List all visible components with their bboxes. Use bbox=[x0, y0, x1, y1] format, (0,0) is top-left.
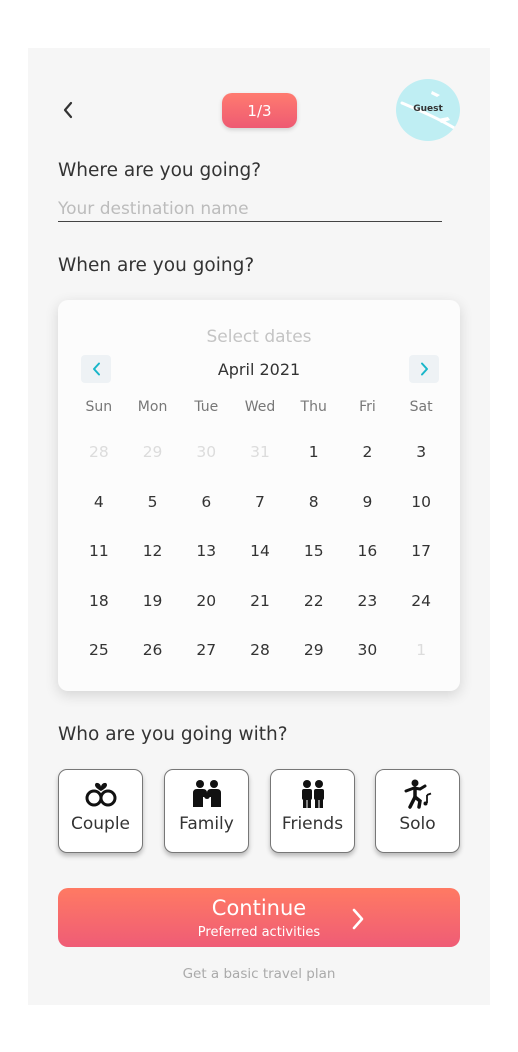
calendar-day[interactable]: 4 bbox=[72, 471, 126, 521]
calendar-month: April 2021 bbox=[217, 360, 301, 379]
calendar-day[interactable]: 11 bbox=[72, 520, 126, 570]
calendar-day[interactable]: 29 bbox=[287, 619, 341, 669]
avatar-label: Guest bbox=[413, 104, 443, 114]
family-label: Family bbox=[179, 814, 234, 834]
couple-icon bbox=[85, 782, 116, 807]
calendar-day[interactable]: 3 bbox=[394, 421, 448, 471]
calendar-day[interactable]: 20 bbox=[179, 570, 233, 620]
calendar-hint: Select dates bbox=[206, 327, 312, 347]
calendar-day[interactable]: 5 bbox=[126, 471, 180, 521]
weekday-header: Thu bbox=[300, 399, 327, 415]
chevron-right-icon bbox=[420, 362, 428, 376]
calendar-day[interactable]: 9 bbox=[341, 471, 395, 521]
continue-sublabel: Preferred activities bbox=[197, 925, 321, 940]
solo-label: Solo bbox=[399, 814, 436, 834]
weekday-header: Sat bbox=[409, 399, 433, 415]
weekday-header: Mon bbox=[137, 399, 168, 415]
family-icon bbox=[192, 780, 221, 807]
calendar-day-outside-month: 29 bbox=[142, 443, 163, 461]
calendar-day[interactable]: 19 bbox=[126, 570, 180, 620]
family-option[interactable]: Family bbox=[164, 769, 249, 853]
calendar-day[interactable]: 7 bbox=[233, 471, 287, 521]
calendar-day[interactable]: 15 bbox=[287, 520, 341, 570]
calendar-day[interactable]: 1 bbox=[287, 421, 341, 471]
step-indicator: 1/3 bbox=[222, 93, 297, 128]
calendar-day-outside-month: 1 bbox=[416, 641, 427, 659]
calendar-day[interactable]: 30 bbox=[341, 619, 395, 669]
calendar-day[interactable]: 25 bbox=[72, 619, 126, 669]
calendar-day[interactable]: 26 bbox=[126, 619, 180, 669]
dates-question: When are you going? bbox=[58, 255, 255, 276]
calendar-day[interactable]: 14 bbox=[233, 520, 287, 570]
calendar-day[interactable]: 12 bbox=[126, 520, 180, 570]
couple-label: Couple bbox=[70, 814, 131, 834]
couple-option[interactable]: Couple bbox=[58, 769, 143, 853]
calendar-day[interactable]: 23 bbox=[341, 570, 395, 620]
weekday-header: Sun bbox=[85, 399, 113, 415]
calendar-day[interactable]: 18 bbox=[72, 570, 126, 620]
date-picker: Select dates April 2021 Sun Mon Tue Wed Thu F… bbox=[58, 300, 460, 691]
chevron-right-icon bbox=[352, 908, 364, 930]
calendar-day[interactable]: 24 bbox=[394, 570, 448, 620]
weekday-header: Tue bbox=[194, 399, 219, 415]
friends-label: Friends bbox=[281, 814, 344, 834]
calendar-day[interactable]: 17 bbox=[394, 520, 448, 570]
calendar-day[interactable]: 8 bbox=[287, 471, 341, 521]
calendar-day[interactable]: 13 bbox=[179, 520, 233, 570]
weekday-header: Fri bbox=[359, 399, 376, 415]
calendar-day[interactable]: 22 bbox=[287, 570, 341, 620]
weekday-header: Wed bbox=[244, 399, 276, 415]
continue-label: Continue bbox=[211, 896, 307, 920]
calendar-day[interactable]: 6 bbox=[179, 471, 233, 521]
friends-option[interactable]: Friends bbox=[270, 769, 355, 853]
calendar-grid: Sun Mon Tue Wed Thu Fri Sat 28 29 30 31 1 2 3 4 5 6 7 8 9 10… bbox=[72, 399, 448, 669]
solo-icon bbox=[404, 779, 431, 809]
calendar-day[interactable]: 2 bbox=[341, 421, 395, 471]
back-button[interactable] bbox=[58, 96, 78, 124]
calendar-day[interactable]: 21 bbox=[233, 570, 287, 620]
calendar-day[interactable]: 10 bbox=[394, 471, 448, 521]
guest-avatar[interactable]: Guest bbox=[396, 79, 460, 141]
calendar-day[interactable]: 28 bbox=[233, 619, 287, 669]
calendar-day-outside-month: 28 bbox=[88, 443, 109, 461]
destination-input[interactable] bbox=[58, 196, 442, 222]
solo-option[interactable]: Solo bbox=[375, 769, 460, 853]
basic-plan-link[interactable]: Get a basic travel plan bbox=[58, 966, 460, 982]
calendar-day[interactable]: 16 bbox=[341, 520, 395, 570]
calendar-day-outside-month: 31 bbox=[250, 443, 270, 461]
calendar-day-outside-month: 30 bbox=[196, 443, 217, 461]
companion-options: Couple Family Friends Solo bbox=[58, 769, 460, 853]
chevron-left-icon bbox=[63, 101, 73, 119]
destination-question: Where are you going? bbox=[58, 160, 262, 181]
companions-question: Who are you going with? bbox=[58, 724, 288, 745]
friends-icon bbox=[301, 780, 324, 808]
next-month-button[interactable] bbox=[409, 355, 439, 383]
calendar-day[interactable]: 27 bbox=[179, 619, 233, 669]
continue-button[interactable]: Continue Preferred activities bbox=[58, 888, 460, 947]
